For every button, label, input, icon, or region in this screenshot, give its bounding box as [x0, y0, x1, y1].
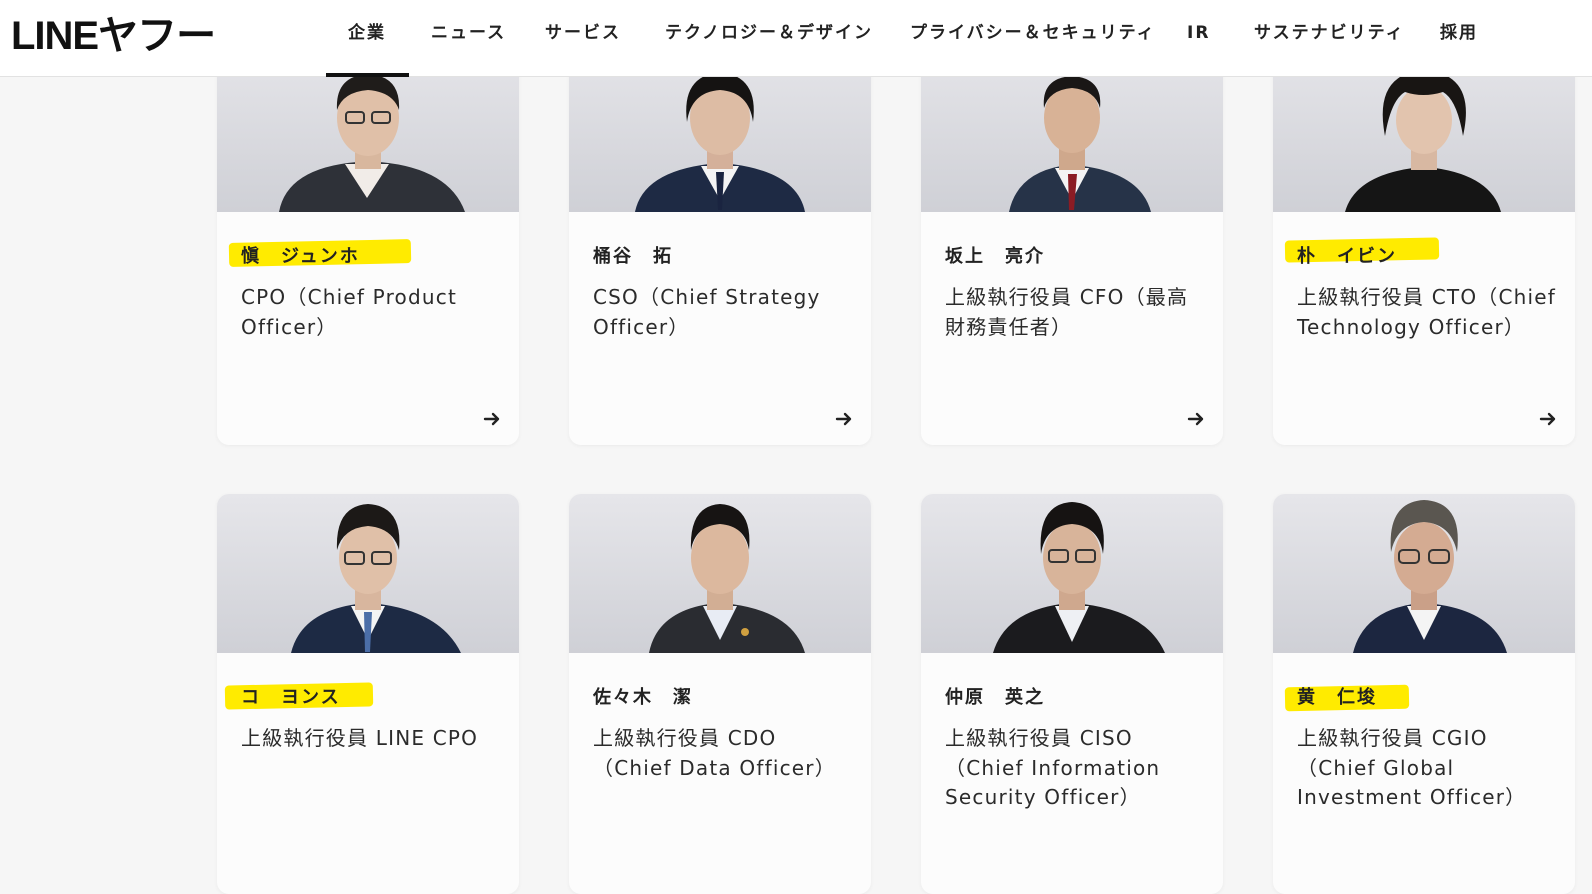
nav-item-privacy-security[interactable]: プライバシー＆セキュリティ [910, 22, 1156, 44]
arrow-right-icon [1539, 412, 1556, 426]
executive-name: 佐々木 潔 [593, 687, 693, 708]
person-photo [993, 502, 1165, 653]
arrow-right-icon [483, 412, 500, 426]
executive-card[interactable]: 坂上 亮介 上級執行役員 CFO（最高財務責任者） [921, 40, 1223, 445]
executive-name: 仲原 英之 [945, 687, 1045, 708]
executive-name: 坂上 亮介 [945, 246, 1045, 267]
arrow-right-icon [1187, 412, 1204, 426]
executive-photo [217, 494, 519, 653]
nav-item-company[interactable]: 企業 [348, 22, 386, 44]
person-photo [649, 504, 805, 653]
arrow-right-icon [835, 412, 852, 426]
executive-name: コ ヨンス [241, 687, 341, 708]
nav-item-ir[interactable]: IR [1187, 22, 1210, 44]
executive-name: 桶谷 拓 [593, 246, 673, 267]
executive-card[interactable]: 愼 ジュンホ CPO（Chief Product Officer） [217, 40, 519, 445]
executive-card[interactable]: 朴 イビン 上級執行役員 CTO（Chief Technology Office… [1273, 40, 1575, 445]
executive-title: CSO（Chief Strategy Officer） [593, 285, 821, 339]
executive-name: 黄 仁埈 [1297, 687, 1377, 708]
person-photo [1353, 500, 1507, 653]
executive-title: 上級執行役員 CDO（Chief Data Officer） [593, 726, 836, 780]
nav-item-sustainability[interactable]: サステナビリティ [1254, 22, 1405, 44]
executive-name: 朴 イビン [1297, 246, 1397, 267]
executive-card[interactable]: 佐々木 潔 上級執行役員 CDO（Chief Data Officer） [569, 494, 871, 894]
main-nav: 企業 ニュース サービス テクノロジー＆デザイン プライバシー＆セキュリティ I… [0, 0, 1592, 77]
executive-name: 愼 ジュンホ [241, 246, 360, 267]
executive-card[interactable]: 仲原 英之 上級執行役員 CISO（Chief Information Secu… [921, 494, 1223, 894]
executive-title: 上級執行役員 CGIO（Chief Global Investment Offi… [1297, 726, 1527, 809]
executive-card[interactable]: 桶谷 拓 CSO（Chief Strategy Officer） [569, 40, 871, 445]
nav-item-technology-design[interactable]: テクノロジー＆デザイン [665, 22, 873, 44]
executive-title: CPO（Chief Product Officer） [241, 285, 458, 339]
executive-photo [569, 494, 871, 653]
executive-title: 上級執行役員 CISO（Chief Information Security O… [945, 726, 1161, 809]
nav-item-news[interactable]: ニュース [431, 22, 506, 44]
nav-active-indicator [326, 73, 409, 77]
nav-item-services[interactable]: サービス [545, 22, 621, 44]
executive-title: 上級執行役員 CFO（最高財務責任者） [945, 285, 1189, 339]
executive-photo [1273, 494, 1575, 653]
nav-item-recruit[interactable]: 採用 [1440, 22, 1478, 44]
executive-title: 上級執行役員 CTO（Chief Technology Officer） [1297, 285, 1557, 339]
executive-photo [921, 494, 1223, 653]
person-photo [291, 504, 461, 653]
executive-card[interactable]: 黄 仁埈 上級執行役員 CGIO（Chief Global Investment… [1273, 494, 1575, 894]
executive-card[interactable]: コ ヨンス 上級執行役員 LINE CPO [217, 494, 519, 894]
executive-title: 上級執行役員 LINE CPO [241, 726, 479, 750]
site-header: LINEヤフー 企業 ニュース サービス テクノロジー＆デザイン プライバシー＆… [0, 0, 1592, 77]
